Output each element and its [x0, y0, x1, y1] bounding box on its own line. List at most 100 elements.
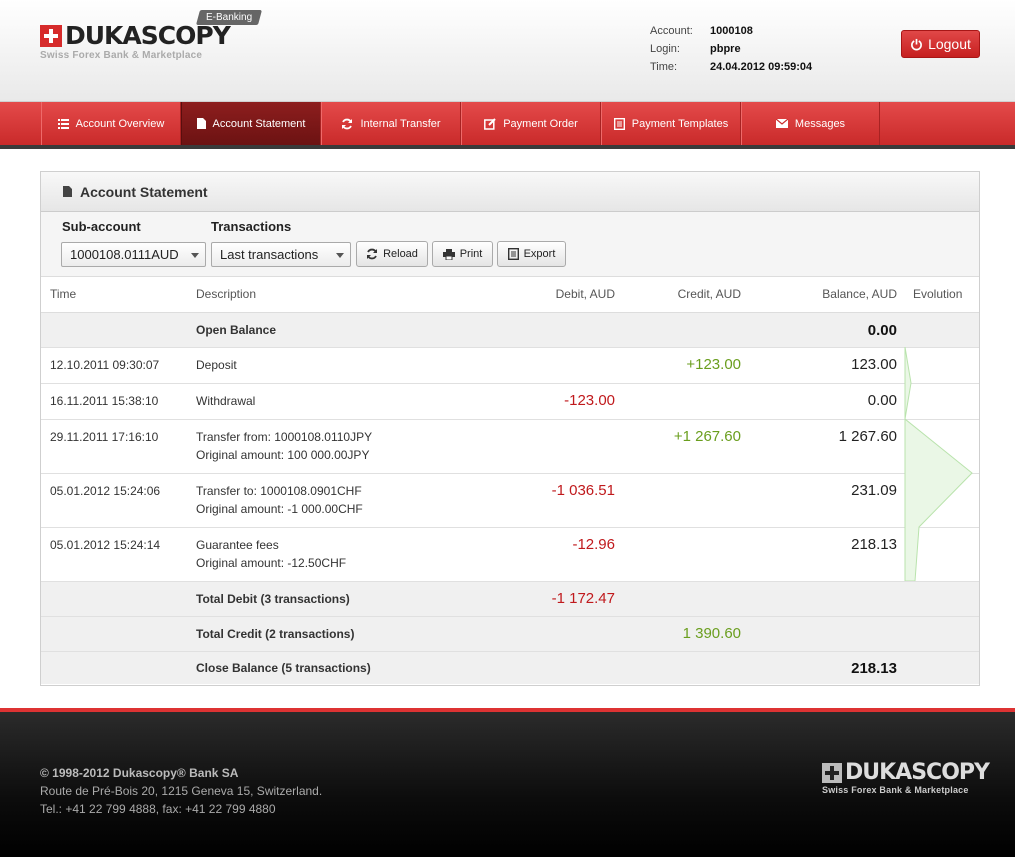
close-balance-row: Close Balance (5 transactions) 218.13: [41, 651, 979, 684]
panel-title: Account Statement: [80, 183, 208, 200]
col-credit[interactable]: Credit, AUD: [615, 277, 741, 313]
total-credit-value: 1 390.60: [615, 616, 741, 652]
row-time: 05.01.2012 15:24:14: [41, 527, 196, 582]
total-debit-label: Total Debit (3 transactions): [196, 581, 436, 617]
row-original-amount: Original amount: -1 000.00CHF: [196, 501, 363, 516]
row-description: Withdrawal: [196, 393, 256, 408]
row-time: 05.01.2012 15:24:06: [41, 473, 196, 528]
dropdown-arrow-icon: [191, 253, 199, 258]
power-icon: [911, 38, 923, 50]
subaccount-label: Sub-account: [62, 219, 141, 234]
tab-internal-transfer[interactable]: Internal Transfer: [321, 102, 461, 145]
row-credit: [615, 473, 741, 528]
row-balance: 1 267.60: [741, 419, 897, 474]
filters-bar: Sub-account Transactions 1000108.0111AUD…: [41, 212, 979, 277]
table-row[interactable]: 05.01.2012 15:24:14 Guarantee fees Origin…: [41, 527, 979, 582]
tab-account-statement[interactable]: Account Statement: [181, 102, 321, 145]
account-statement-panel: Account Statement Sub-account Transactio…: [40, 171, 980, 686]
row-debit: [436, 347, 615, 384]
open-balance-value: 0.00: [741, 312, 897, 348]
table-row[interactable]: 29.11.2011 17:16:10 Transfer from: 10001…: [41, 419, 979, 474]
row-credit: +123.00: [615, 347, 741, 384]
export-button[interactable]: Export: [497, 241, 566, 267]
row-time: 16.11.2011 15:38:10: [41, 383, 196, 420]
panel-header: Account Statement: [41, 172, 979, 212]
row-description: Guarantee fees: [196, 537, 279, 552]
footer-logo[interactable]: DUKASCOPY Swiss Forex Bank & Marketplace: [822, 760, 990, 795]
time-label: Time:: [650, 61, 678, 73]
refresh-icon: [342, 118, 353, 129]
row-credit: +1 267.60: [615, 419, 741, 474]
footer-copyright: © 1998-2012 Dukascopy® Bank SA: [40, 766, 239, 780]
table-header-row: Time Description Debit, AUD Credit, AUD …: [41, 277, 979, 313]
document-icon: [63, 186, 72, 197]
logo[interactable]: DUKASCOPY Swiss Forex Bank & Marketplace: [40, 21, 231, 61]
logout-label: Logout: [928, 36, 971, 52]
table-row[interactable]: 12.10.2011 09:30:07 Deposit +123.00 123.…: [41, 347, 979, 384]
login-value: pbpre: [710, 43, 741, 55]
footer-logo-name: DUKASCOPY: [845, 760, 990, 785]
tab-label: Messages: [794, 117, 846, 130]
footer-logo-tagline: Swiss Forex Bank & Marketplace: [822, 785, 969, 795]
total-credit-row: Total Credit (2 transactions) 1 390.60: [41, 616, 979, 652]
total-debit-row: Total Debit (3 transactions) -1 172.47: [41, 581, 979, 617]
tab-payment-templates[interactable]: Payment Templates: [601, 102, 741, 145]
tab-payment-order[interactable]: Payment Order: [461, 102, 601, 145]
refresh-icon: [367, 248, 378, 260]
row-time: 12.10.2011 09:30:07: [41, 347, 196, 384]
row-debit: [436, 419, 615, 474]
transactions-label: Transactions: [211, 219, 292, 234]
col-description[interactable]: Description: [196, 277, 436, 313]
tab-account-overview[interactable]: Account Overview: [41, 102, 181, 145]
dropdown-arrow-icon: [336, 253, 344, 258]
print-button[interactable]: Print: [432, 241, 493, 267]
reload-button[interactable]: Reload: [356, 241, 428, 267]
printer-icon: [442, 248, 455, 260]
total-credit-label: Total Credit (2 transactions): [196, 616, 436, 652]
list-icon: [57, 118, 69, 129]
logo-tagline: Swiss Forex Bank & Marketplace: [40, 50, 203, 61]
logout-button[interactable]: Logout: [901, 30, 980, 58]
col-time[interactable]: Time: [41, 277, 196, 313]
table-row[interactable]: 05.01.2012 15:24:06 Transfer to: 1000108…: [41, 473, 979, 528]
transactions-select[interactable]: Last transactions: [211, 242, 351, 267]
row-original-amount: Original amount: 100 000.00JPY: [196, 447, 370, 462]
statement-table: Time Description Debit, AUD Credit, AUD …: [41, 277, 979, 684]
total-debit-value: -1 172.47: [436, 581, 615, 617]
row-balance: 231.09: [741, 473, 897, 528]
subaccount-value: 1000108.0111AUD: [70, 247, 179, 262]
row-debit: -12.96: [436, 527, 615, 582]
col-debit[interactable]: Debit, AUD: [436, 277, 615, 313]
template-icon: [613, 117, 625, 130]
document-icon: [196, 118, 206, 129]
account-info: Account: 1000108 Login: pbpre Time: 24.04.2…: [650, 22, 812, 76]
row-balance: 123.00: [741, 347, 897, 384]
logo-name: DUKASCOPY: [65, 21, 231, 50]
swiss-cross-icon: [40, 25, 62, 47]
export-label: Export: [523, 248, 556, 260]
statement-table-wrap: Time Description Debit, AUD Credit, AUD …: [41, 277, 979, 684]
row-time: 29.11.2011 17:16:10: [41, 419, 196, 474]
account-value: 1000108: [710, 25, 753, 37]
row-balance: 0.00: [741, 383, 897, 420]
swiss-cross-icon: [822, 763, 842, 783]
row-debit: -123.00: [436, 383, 615, 420]
row-credit: [615, 383, 741, 420]
tab-messages[interactable]: Messages: [741, 102, 880, 145]
transactions-value: Last transactions: [220, 247, 319, 262]
tab-label: Account Overview: [75, 117, 165, 130]
evolution-chart: [904, 347, 973, 581]
row-description: Deposit: [196, 357, 237, 372]
close-balance-label: Close Balance (5 transactions): [196, 651, 436, 684]
table-row[interactable]: 16.11.2011 15:38:10 Withdrawal -123.00 0…: [41, 383, 979, 420]
envelope-icon: [775, 119, 788, 128]
time-value: 24.04.2012 09:59:04: [710, 61, 813, 73]
row-original-amount: Original amount: -12.50CHF: [196, 555, 347, 570]
main-nav: Account Overview Account Statement Inter…: [0, 102, 1015, 149]
close-balance-value: 218.13: [741, 651, 897, 684]
col-balance[interactable]: Balance, AUD: [741, 277, 897, 313]
e-banking-badge: E-Banking: [195, 10, 263, 25]
subaccount-select[interactable]: 1000108.0111AUD: [61, 242, 206, 267]
reload-label: Reload: [383, 248, 418, 260]
footer-phone: Tel.: +41 22 799 4888, fax: +41 22 799 4…: [40, 802, 276, 816]
